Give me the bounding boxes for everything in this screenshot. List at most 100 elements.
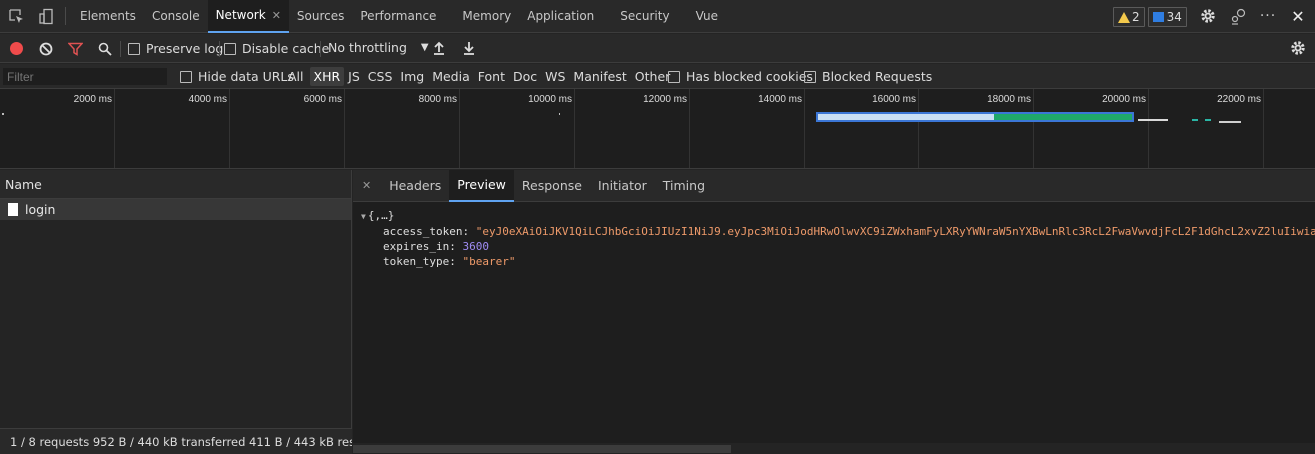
json-string-value: "bearer"	[462, 255, 516, 268]
table-row[interactable]: login	[0, 199, 351, 220]
divider	[65, 7, 66, 25]
tick-label: 6000 ms	[303, 94, 342, 105]
import-har-icon[interactable]	[433, 41, 445, 58]
warnings-badge[interactable]: 2	[1113, 7, 1145, 27]
checkbox-box[interactable]	[668, 70, 680, 83]
tab-label: Response	[521, 178, 582, 193]
detail-tabs: ✕ Headers Preview Response Initiator Tim…	[353, 169, 1315, 202]
checkbox-box[interactable]	[224, 42, 236, 55]
throttling-select[interactable]: No throttling ▼	[328, 40, 429, 55]
tick-label: 22000 ms	[1217, 94, 1261, 105]
filter-type-css[interactable]: CSS	[364, 67, 397, 86]
json-key: expires_in	[383, 240, 450, 253]
tick-label: 2000 ms	[73, 94, 112, 105]
gridline	[1033, 89, 1034, 168]
inspect-element-icon[interactable]	[5, 5, 27, 27]
checkbox-box[interactable]	[804, 70, 816, 83]
scrollbar-thumb[interactable]	[353, 445, 731, 453]
device-toolbar-icon[interactable]	[35, 5, 57, 27]
json-field[interactable]: access_token: "eyJ0eXAiOiJKV1QiLCJhbGciO…	[383, 225, 1315, 238]
tick-label: 20000 ms	[1102, 94, 1146, 105]
filter-type-all[interactable]: All	[284, 67, 308, 86]
tick-label: 10000 ms	[528, 94, 572, 105]
close-detail-icon[interactable]: ✕	[362, 179, 371, 192]
filter-type-font[interactable]: Font	[474, 67, 509, 86]
export-har-icon[interactable]	[463, 41, 475, 58]
gridline	[918, 89, 919, 168]
filter-type-ws[interactable]: WS	[541, 67, 569, 86]
tab-security[interactable]: Security	[612, 0, 687, 33]
tick-label: 8000 ms	[418, 94, 457, 105]
filter-type-media[interactable]: Media	[428, 67, 474, 86]
horizontal-scrollbar[interactable]	[353, 443, 1315, 454]
filter-type-js[interactable]: JS	[344, 67, 364, 86]
timeline-overview[interactable]: 2000 ms 4000 ms 6000 ms 8000 ms 10000 ms…	[0, 89, 1315, 169]
tab-response[interactable]: Response	[514, 170, 590, 202]
json-field[interactable]: expires_in: 3600	[383, 240, 489, 253]
tab-preview[interactable]: Preview	[449, 169, 514, 202]
tab-headers[interactable]: Headers	[381, 170, 449, 202]
request-list: Name login 1 / 8 requests 952 B / 440 kB…	[0, 170, 352, 454]
filter-type-manifest[interactable]: Manifest	[569, 67, 630, 86]
filter-funnel-icon[interactable]	[67, 42, 84, 59]
filter-input[interactable]	[3, 68, 167, 85]
network-summary-bar: 1 / 8 requests 952 B / 440 kB transferre…	[0, 428, 352, 454]
messages-count: 34	[1166, 10, 1182, 24]
has-blocked-cookies-checkbox[interactable]: Has blocked cookies	[668, 69, 813, 84]
expand-triangle-icon[interactable]: ▼	[361, 212, 366, 221]
tab-label: Timing	[662, 178, 706, 193]
json-key: access_token	[383, 225, 463, 238]
checkbox-box[interactable]	[128, 42, 140, 55]
disable-cache-checkbox[interactable]: Disable cache	[224, 41, 329, 56]
tab-label: Network	[215, 8, 266, 22]
tab-performance[interactable]: Performance	[352, 0, 454, 33]
filter-type-doc[interactable]: Doc	[509, 67, 541, 86]
gridline	[114, 89, 115, 168]
tab-application[interactable]: Application	[519, 0, 612, 33]
waterfall-line	[1192, 119, 1198, 121]
tab-label: Initiator	[597, 178, 647, 193]
tab-elements[interactable]: Elements	[72, 0, 144, 33]
json-colon: :	[462, 225, 476, 238]
filter-type-img[interactable]: Img	[396, 67, 428, 86]
issue-badges: 2 34	[1113, 7, 1187, 27]
search-icon[interactable]	[98, 42, 112, 59]
messages-badge[interactable]: 34	[1147, 7, 1187, 27]
gridline	[1263, 89, 1264, 168]
tab-label: Security	[620, 9, 670, 23]
column-header-label: Name	[5, 176, 42, 192]
gridline	[1148, 89, 1149, 168]
waterfall-dot	[559, 113, 560, 115]
gridline	[804, 89, 805, 168]
tab-console[interactable]: Console	[144, 0, 208, 33]
more-options-icon[interactable]: ···	[1257, 5, 1279, 27]
tab-sources[interactable]: Sources	[289, 0, 352, 33]
name-column-header[interactable]: Name	[0, 170, 351, 199]
preserve-log-checkbox[interactable]: Preserve log	[128, 41, 223, 56]
tab-network[interactable]: Network ✕	[207, 0, 289, 33]
throttling-value: No throttling	[328, 40, 407, 55]
network-settings-gear-icon[interactable]	[1290, 40, 1306, 59]
close-devtools-icon[interactable]: ✕	[1287, 5, 1309, 27]
feedback-icon[interactable]	[1227, 5, 1249, 27]
tab-label: Performance	[360, 9, 437, 23]
hide-data-urls-checkbox[interactable]: Hide data URLs	[180, 69, 294, 84]
json-root[interactable]: ▼ {,…}	[361, 209, 394, 222]
json-field[interactable]: token_type: "bearer"	[383, 255, 515, 268]
filter-type-xhr[interactable]: XHR	[309, 67, 345, 86]
close-icon[interactable]: ✕	[272, 9, 281, 22]
preserve-log-label: Preserve log	[146, 41, 224, 56]
record-button[interactable]	[10, 42, 23, 55]
clear-icon[interactable]	[39, 42, 53, 59]
tab-memory[interactable]: Memory	[454, 0, 519, 33]
settings-gear-icon[interactable]	[1197, 5, 1219, 27]
checkbox-box[interactable]	[180, 70, 192, 83]
tab-vue[interactable]: Vue	[688, 0, 726, 33]
request-name: login	[25, 202, 56, 217]
tab-initiator[interactable]: Initiator	[590, 170, 655, 202]
blocked-requests-checkbox[interactable]: Blocked Requests	[804, 69, 932, 84]
divider	[320, 41, 321, 57]
tab-timing[interactable]: Timing	[655, 170, 713, 202]
waterfall-line	[1138, 119, 1168, 121]
document-icon	[8, 203, 18, 216]
